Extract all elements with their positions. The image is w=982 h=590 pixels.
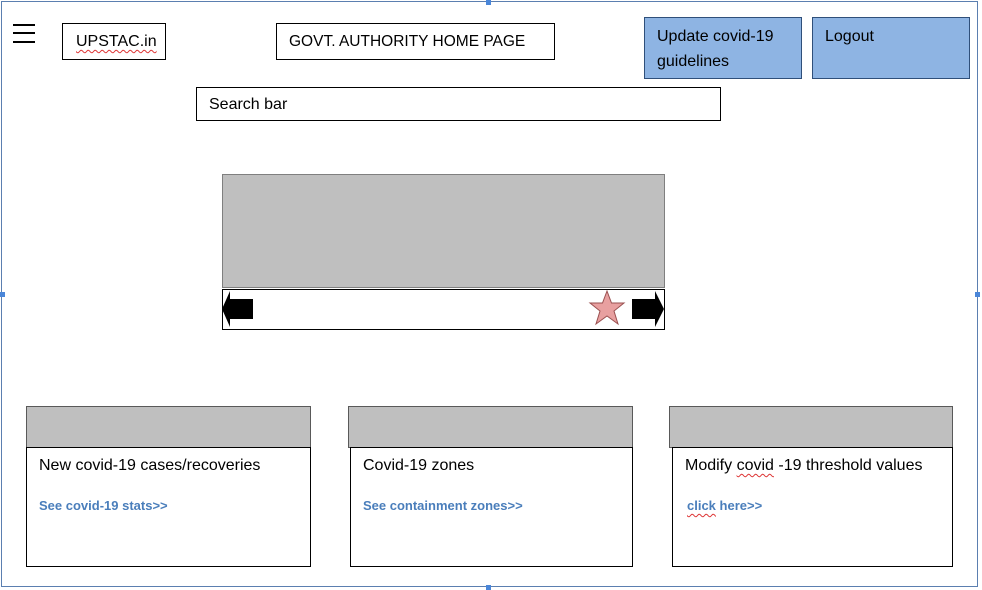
modify-link-post: here>> — [715, 498, 763, 513]
resize-handle-right[interactable] — [975, 292, 980, 297]
card-zones-title: Covid-19 zones — [363, 457, 475, 474]
carousel-image — [222, 174, 665, 288]
see-zones-link[interactable]: See containment zones>> — [363, 498, 523, 513]
card-threshold-title-wavy: covid — [736, 457, 774, 474]
arrow-left-icon[interactable] — [222, 289, 254, 330]
update-guidelines-button[interactable]: Update covid-19 guidelines — [644, 17, 802, 79]
arrow-right-icon[interactable] — [632, 289, 665, 330]
modify-link-wavy: click — [687, 498, 716, 513]
star-icon[interactable] — [588, 289, 626, 327]
logo-text: UPSTAC.in — [76, 33, 157, 50]
page-title: GOVT. AUTHORITY HOME PAGE — [276, 23, 555, 60]
card-stats-title: New covid-19 cases/recoveries — [39, 457, 261, 474]
resize-handle-bottom[interactable] — [486, 585, 491, 590]
card-threshold-title: Modify covid -19 threshold values — [685, 457, 922, 475]
resize-handle-left[interactable] — [0, 292, 5, 297]
logout-button[interactable]: Logout — [812, 17, 970, 79]
search-input[interactable]: Search bar — [196, 87, 721, 121]
resize-handle-top[interactable] — [486, 0, 491, 5]
modify-threshold-link[interactable]: click here>> — [687, 498, 762, 513]
card-threshold-title-pre: Modify — [685, 457, 737, 474]
card-stats-header — [26, 406, 311, 448]
carousel-controls — [222, 289, 665, 330]
update-button-line-2: guidelines — [657, 53, 730, 70]
card-zones-header — [348, 406, 633, 448]
update-button-line-1: Update covid-19 — [657, 28, 774, 45]
hamburger-menu-icon[interactable] — [13, 22, 35, 44]
see-stats-link[interactable]: See covid-19 stats>> — [39, 498, 168, 513]
card-threshold-header — [669, 406, 953, 448]
card-threshold-title-post: -19 threshold values — [773, 457, 923, 474]
logo[interactable]: UPSTAC.in — [62, 23, 166, 60]
